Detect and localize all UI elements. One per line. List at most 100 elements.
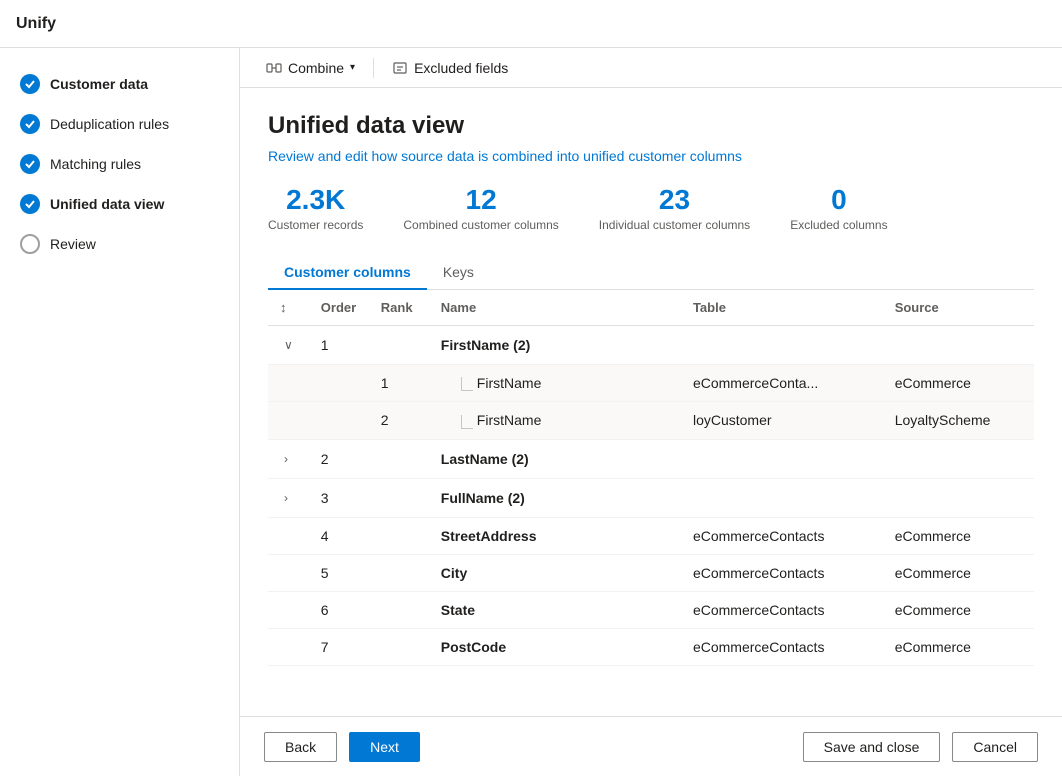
cell-name: City [429,554,681,591]
child-cell-table: eCommerceContа... [681,365,883,402]
cell-table [681,439,883,478]
cell-source: eCommerce [883,628,1034,665]
sidebar-item-review[interactable]: Review [0,224,239,264]
check-icon-matching [20,154,40,174]
sidebar-label-matching-rules: Matching rules [50,156,141,172]
app-title: Unify [16,15,56,33]
stat-value-customer-records: 2.3K [268,184,363,216]
check-icon-customer-data [20,74,40,94]
combine-chevron-icon: ▾ [350,62,355,73]
cell-source: eCommerce [883,554,1034,591]
main-layout: Customer data Deduplication rules Matchi… [0,48,1062,776]
table-row: 4StreetAddresseCommerceContactseCommerce [268,517,1034,554]
excluded-fields-icon [392,60,408,76]
sidebar-label-review: Review [50,236,96,252]
table-child-row: 1FirstNameeCommerceContа...eCommerce [268,365,1034,402]
child-cell-table: loyCustomer [681,402,883,439]
cell-order: 4 [309,517,369,554]
next-button[interactable]: Next [349,732,420,762]
cell-order: 1 [309,326,369,365]
stat-label-customer-records: Customer records [268,218,363,232]
stat-customer-records: 2.3K Customer records [268,184,363,232]
bottom-bar: Back Next Save and close Cancel [240,716,1062,776]
cell-name: LastName (2) [429,439,681,478]
top-bar: Unify [0,0,1062,48]
cell-order: 5 [309,554,369,591]
sidebar-item-matching-rules[interactable]: Matching rules [0,144,239,184]
child-cell-source: eCommerce [883,365,1034,402]
table-header-row: ↕ Order Rank Name Table Source [268,290,1034,326]
sidebar-label-customer-data: Customer data [50,76,148,92]
cell-rank [369,439,429,478]
sub-nav-combine[interactable]: Combine ▾ [256,52,365,84]
content-area: Combine ▾ Excluded fields Unified data v… [240,48,1062,776]
tab-keys[interactable]: Keys [427,256,490,290]
cell-order: 6 [309,591,369,628]
data-table: ↕ Order Rank Name Table Source ∨1FirstNa… [268,290,1034,666]
cell-order: 7 [309,628,369,665]
sidebar: Customer data Deduplication rules Matchi… [0,48,240,776]
cell-rank [369,517,429,554]
cell-name: FirstName (2) [429,326,681,365]
check-icon-unified [20,194,40,214]
table-child-row: 2FirstNameloyCustomerLoyaltyScheme [268,402,1034,439]
cell-table: eCommerceContacts [681,591,883,628]
bottom-left: Back Next [264,732,420,762]
th-table: Table [681,290,883,326]
sub-nav-divider [373,58,374,78]
sidebar-item-deduplication-rules[interactable]: Deduplication rules [0,104,239,144]
table-row: ›3FullName (2) [268,478,1034,517]
stat-label-excluded-columns: Excluded columns [790,218,887,232]
circle-icon-review [20,234,40,254]
sidebar-label-unified-data-view: Unified data view [50,196,164,212]
sidebar-label-deduplication-rules: Deduplication rules [50,116,169,132]
child-cell-rank: 1 [369,365,429,402]
cell-source [883,326,1034,365]
sort-icon: ↕ [280,300,287,315]
cancel-button[interactable]: Cancel [952,732,1038,762]
save-close-button[interactable]: Save and close [803,732,941,762]
th-expand: ↕ [268,290,309,326]
th-order: Order [309,290,369,326]
th-name: Name [429,290,681,326]
stat-label-combined-columns: Combined customer columns [403,218,558,232]
stat-value-combined-columns: 12 [403,184,558,216]
page-subtitle: Review and edit how source data is combi… [268,148,1034,164]
cell-rank [369,554,429,591]
page-title: Unified data view [268,112,1034,140]
stat-value-excluded-columns: 0 [790,184,887,216]
cell-source [883,478,1034,517]
tab-customer-columns[interactable]: Customer columns [268,256,427,290]
cell-table [681,326,883,365]
sidebar-item-customer-data[interactable]: Customer data [0,64,239,104]
stat-excluded-columns: 0 Excluded columns [790,184,887,232]
cell-source [883,439,1034,478]
table-row: 5 CityeCommerceContactseCommerce [268,554,1034,591]
expand-button[interactable]: › [280,489,292,507]
bottom-right: Save and close Cancel [803,732,1038,762]
cell-name: StreetAddress [429,517,681,554]
cell-rank [369,628,429,665]
sidebar-item-unified-data-view[interactable]: Unified data view [0,184,239,224]
child-cell-rank: 2 [369,402,429,439]
table-row: ∨ 1 FirstName (2) [268,326,1034,365]
cell-order: 2 [309,439,369,478]
expand-button[interactable]: › [280,450,292,468]
excluded-fields-label: Excluded fields [414,60,508,76]
cell-name: State [429,591,681,628]
child-cell-source: LoyaltyScheme [883,402,1034,439]
cell-rank [369,591,429,628]
child-cell-name: FirstName [429,402,681,439]
table-row: 7PostCodeeCommerceContactseCommerce [268,628,1034,665]
sub-nav-excluded-fields[interactable]: Excluded fields [382,52,518,84]
th-source: Source [883,290,1034,326]
cell-rank [369,478,429,517]
table-row: 6 StateeCommerceContactseCommerce [268,591,1034,628]
expand-button[interactable]: ∨ [280,336,297,354]
cell-name: PostCode [429,628,681,665]
back-button[interactable]: Back [264,732,337,762]
cell-table: eCommerceContacts [681,554,883,591]
th-rank: Rank [369,290,429,326]
cell-source: eCommerce [883,517,1034,554]
cell-source: eCommerce [883,591,1034,628]
